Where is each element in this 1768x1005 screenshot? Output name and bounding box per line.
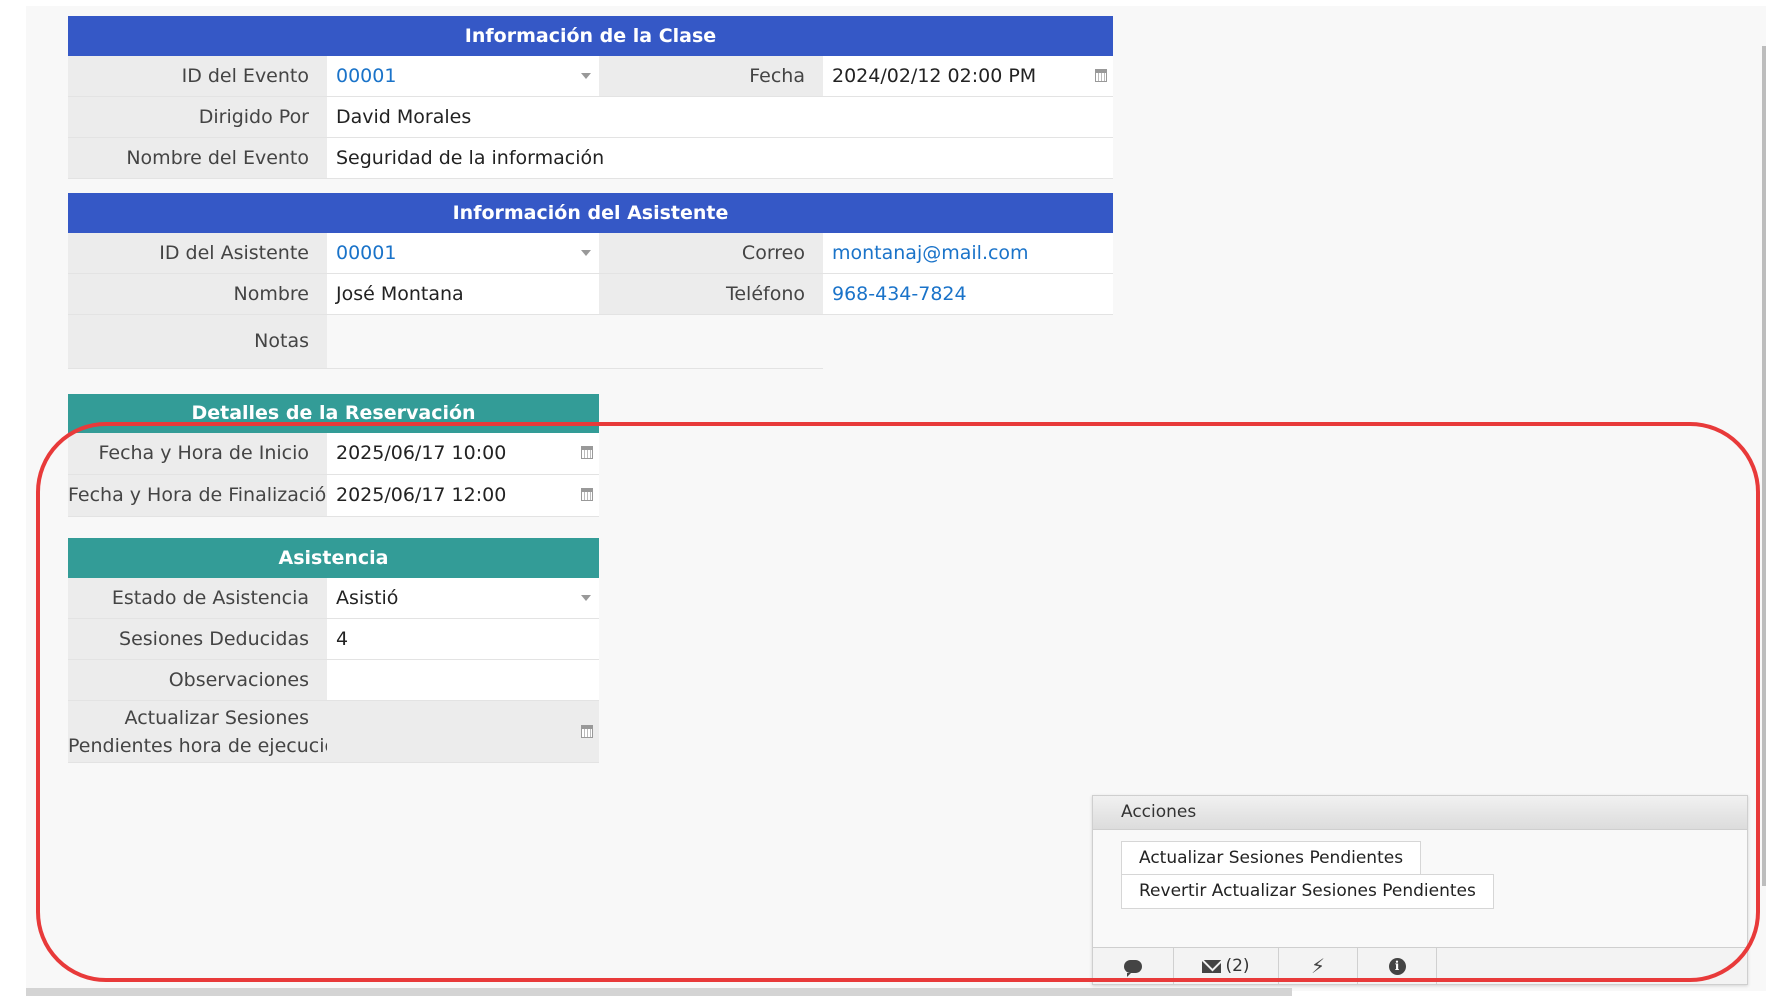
correo-link[interactable]: montanaj@mail.com bbox=[823, 233, 1113, 273]
observaciones-field[interactable] bbox=[327, 660, 599, 700]
row-nombre-evento: Nombre del Evento Seguridad de la inform… bbox=[68, 138, 1113, 179]
actualizar-field bbox=[327, 701, 599, 762]
info-button[interactable]: i bbox=[1358, 948, 1437, 984]
acciones-footer: (2) ⚡ i bbox=[1093, 947, 1747, 984]
chevron-down-icon[interactable] bbox=[581, 250, 591, 256]
inicio-value: 2025/06/17 10:00 bbox=[336, 442, 507, 464]
id-evento-label: ID del Evento bbox=[68, 56, 327, 96]
fin-field[interactable]: 2025/06/17 12:00 bbox=[327, 475, 599, 516]
actualizar-label-line2: Pendientes hora de ejecución bbox=[68, 735, 349, 757]
fecha-value: 2024/02/12 02:00 PM bbox=[832, 65, 1037, 87]
estado-value[interactable]: Asistió bbox=[336, 587, 398, 609]
telefono-link[interactable]: 968-434-7824 bbox=[823, 274, 1113, 314]
bolt-icon: ⚡ bbox=[1310, 954, 1326, 978]
calendar-icon[interactable] bbox=[581, 446, 593, 459]
calendar-icon bbox=[581, 725, 593, 738]
fecha-field[interactable]: 2024/02/12 02:00 PM bbox=[823, 56, 1113, 96]
section-reservacion-title: Detalles de la Reservación bbox=[68, 394, 599, 433]
actualizar-label: Actualizar Sesiones Pendientes hora de e… bbox=[68, 701, 349, 762]
id-evento-select[interactable]: 00001 bbox=[327, 56, 599, 96]
observaciones-label: Observaciones bbox=[68, 660, 327, 700]
fecha-label: Fecha bbox=[599, 56, 823, 96]
row-dirigido: Dirigido Por David Morales bbox=[68, 97, 1113, 138]
info-icon: i bbox=[1388, 957, 1406, 975]
estado-select[interactable]: Asistió bbox=[327, 578, 599, 618]
telefono-label: Teléfono bbox=[599, 274, 823, 314]
row-actualizar: Actualizar Sesiones Pendientes hora de e… bbox=[68, 701, 599, 763]
actualizar-sesiones-button[interactable]: Actualizar Sesiones Pendientes bbox=[1121, 841, 1422, 876]
revertir-actualizar-button[interactable]: Revertir Actualizar Sesiones Pendientes bbox=[1121, 874, 1494, 909]
section-asistente: Información del Asistente ID del Asisten… bbox=[68, 193, 1113, 369]
nombre-value: José Montana bbox=[327, 274, 599, 314]
acciones-panel: Acciones Actualizar Sesiones Pendientes … bbox=[1092, 795, 1748, 985]
row-id-asistente: ID del Asistente 00001 Correo montanaj@m… bbox=[68, 233, 1113, 274]
fin-value: 2025/06/17 12:00 bbox=[336, 484, 507, 506]
actualizar-label-line1: Actualizar Sesiones bbox=[124, 707, 309, 729]
nombre-label: Nombre bbox=[68, 274, 327, 314]
comment-icon bbox=[1124, 959, 1142, 977]
section-clase: Información de la Clase ID del Evento 00… bbox=[68, 16, 1113, 179]
chevron-down-icon[interactable] bbox=[581, 73, 591, 79]
notas-label: Notas bbox=[68, 315, 327, 368]
section-asistencia-title: Asistencia bbox=[68, 538, 599, 578]
bolt-button[interactable]: ⚡ bbox=[1279, 948, 1358, 984]
row-sesiones: Sesiones Deducidas 4 bbox=[68, 619, 599, 660]
vertical-scrollbar[interactable] bbox=[1762, 46, 1766, 886]
section-clase-title: Información de la Clase bbox=[68, 16, 1113, 56]
row-fin: Fecha y Hora de Finalización 2025/06/17 … bbox=[68, 475, 599, 517]
comment-button[interactable] bbox=[1093, 948, 1174, 984]
dirigido-value: David Morales bbox=[327, 97, 1113, 137]
sesiones-label: Sesiones Deducidas bbox=[68, 619, 327, 659]
inicio-field[interactable]: 2025/06/17 10:00 bbox=[327, 433, 599, 474]
horizontal-scrollbar[interactable] bbox=[26, 988, 1292, 996]
nombre-evento-label: Nombre del Evento bbox=[68, 138, 327, 178]
chevron-down-icon[interactable] bbox=[581, 595, 591, 601]
inicio-label: Fecha y Hora de Inicio bbox=[68, 433, 327, 474]
estado-label: Estado de Asistencia bbox=[68, 578, 327, 618]
mail-button[interactable]: (2) bbox=[1174, 948, 1279, 984]
nombre-evento-value: Seguridad de la información bbox=[327, 138, 1113, 178]
notas-field[interactable] bbox=[327, 315, 823, 368]
row-id-evento: ID del Evento 00001 Fecha 2024/02/12 02:… bbox=[68, 56, 1113, 97]
id-asistente-select[interactable]: 00001 bbox=[327, 233, 599, 273]
id-asistente-value[interactable]: 00001 bbox=[336, 242, 396, 264]
sesiones-field[interactable]: 4 bbox=[327, 619, 599, 659]
calendar-icon[interactable] bbox=[1095, 69, 1107, 82]
fin-label: Fecha y Hora de Finalización bbox=[68, 475, 338, 516]
section-reservacion: Detalles de la Reservación Fecha y Hora … bbox=[68, 394, 599, 517]
calendar-icon[interactable] bbox=[581, 488, 593, 501]
id-asistente-label: ID del Asistente bbox=[68, 233, 327, 273]
row-notas: Notas bbox=[68, 315, 823, 369]
row-nombre: Nombre José Montana Teléfono 968-434-782… bbox=[68, 274, 1113, 315]
correo-label: Correo bbox=[599, 233, 823, 273]
row-inicio: Fecha y Hora de Inicio 2025/06/17 10:00 bbox=[68, 433, 599, 475]
dirigido-label: Dirigido Por bbox=[68, 97, 327, 137]
row-estado: Estado de Asistencia Asistió bbox=[68, 578, 599, 619]
row-observaciones: Observaciones bbox=[68, 660, 599, 701]
acciones-title: Acciones bbox=[1093, 796, 1747, 830]
section-asistencia: Asistencia Estado de Asistencia Asistió … bbox=[68, 538, 599, 763]
section-asistente-title: Información del Asistente bbox=[68, 193, 1113, 233]
id-evento-value[interactable]: 00001 bbox=[336, 65, 396, 87]
mail-count: (2) bbox=[1225, 956, 1250, 976]
envelope-icon bbox=[1202, 959, 1222, 973]
